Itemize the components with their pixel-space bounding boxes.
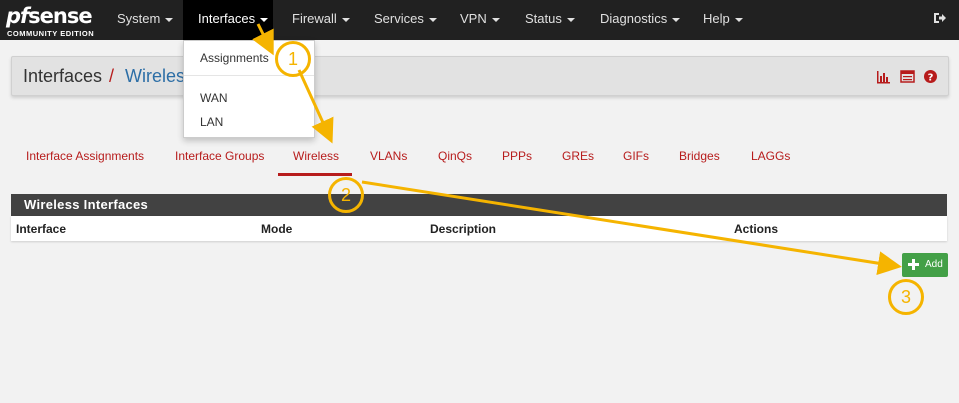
tab-qinqs[interactable]: QinQs [438, 149, 472, 163]
nav-vpn-label: VPN [460, 11, 487, 26]
add-button[interactable]: Add [902, 253, 948, 277]
logo-sense-text: sense [28, 4, 92, 28]
panel-heading: Wireless Interfaces [11, 194, 947, 216]
nav-services[interactable]: Services [374, 0, 437, 40]
tab-gres[interactable]: GREs [562, 149, 594, 163]
top-navbar: pfsense COMMUNITY EDITION System Interfa… [0, 0, 959, 40]
nav-services-label: Services [374, 11, 424, 26]
caret-down-icon [734, 17, 743, 22]
nav-help[interactable]: Help [703, 0, 743, 40]
caret-down-icon [260, 17, 269, 22]
annotation-badge-1: 1 [275, 41, 311, 77]
pfsense-logo[interactable]: pfsense COMMUNITY EDITION [6, 4, 96, 38]
caret-down-icon [672, 17, 681, 22]
sign-out-icon[interactable] [933, 11, 947, 25]
nav-status-label: Status [525, 11, 562, 26]
annotation-badge-3: 3 [888, 279, 924, 315]
tab-laggs[interactable]: LAGGs [751, 149, 790, 163]
logo-edition-text: COMMUNITY EDITION [7, 29, 95, 38]
svg-text:?: ? [928, 73, 934, 84]
tab-gifs[interactable]: GIFs [623, 149, 649, 163]
bar-chart-icon[interactable] [876, 69, 891, 84]
tab-bridges[interactable]: Bridges [679, 149, 720, 163]
caret-down-icon [165, 17, 174, 22]
nav-interfaces[interactable]: Interfaces [183, 0, 273, 40]
nav-interfaces-label: Interfaces [198, 11, 256, 26]
column-header-actions: Actions [734, 222, 779, 236]
caret-down-icon [428, 17, 437, 22]
caret-down-icon [341, 17, 350, 22]
caret-down-icon [491, 17, 500, 22]
nav-help-label: Help [703, 11, 730, 26]
help-icon[interactable]: ? [923, 69, 938, 84]
add-button-label: Add [925, 259, 943, 270]
tab-interface-groups[interactable]: Interface Groups [175, 149, 264, 163]
dropdown-item-assignments[interactable]: Assignments [200, 51, 269, 65]
tab-vlans[interactable]: VLANs [370, 149, 407, 163]
active-tab-indicator [278, 173, 352, 176]
breadcrumb-separator: / [109, 66, 115, 86]
logo-pf-text: pf [6, 4, 29, 28]
nav-firewall[interactable]: Firewall [292, 0, 350, 40]
nav-status[interactable]: Status [525, 0, 575, 40]
wireless-interfaces-table: Interface Mode Description Actions [11, 216, 947, 241]
nav-system[interactable]: System [117, 0, 174, 40]
nav-vpn[interactable]: VPN [460, 0, 500, 40]
breadcrumb-root[interactable]: Interfaces [23, 66, 102, 87]
column-header-interface: Interface [16, 222, 67, 236]
panel-title: Wireless Interfaces [24, 197, 149, 212]
tab-wireless[interactable]: Wireless [293, 149, 339, 163]
nav-firewall-label: Firewall [292, 11, 337, 26]
dropdown-item-wan[interactable]: WAN [200, 91, 228, 105]
list-icon[interactable] [900, 69, 915, 84]
nav-diagnostics-label: Diagnostics [600, 11, 668, 26]
logo-wordmark: pfsense [6, 4, 93, 28]
nav-system-label: System [117, 11, 161, 26]
tab-ppps[interactable]: PPPs [502, 149, 532, 163]
column-header-description: Description [430, 222, 497, 236]
page-header: Interfaces / Wireless ? [11, 56, 949, 96]
tab-interface-assignments[interactable]: Interface Assignments [26, 149, 144, 163]
annotation-badge-2: 2 [328, 177, 364, 213]
nav-diagnostics[interactable]: Diagnostics [600, 0, 681, 40]
caret-down-icon [566, 17, 575, 22]
dropdown-item-lan[interactable]: LAN [200, 115, 223, 129]
column-header-mode: Mode [261, 222, 293, 236]
plus-icon [908, 259, 919, 270]
